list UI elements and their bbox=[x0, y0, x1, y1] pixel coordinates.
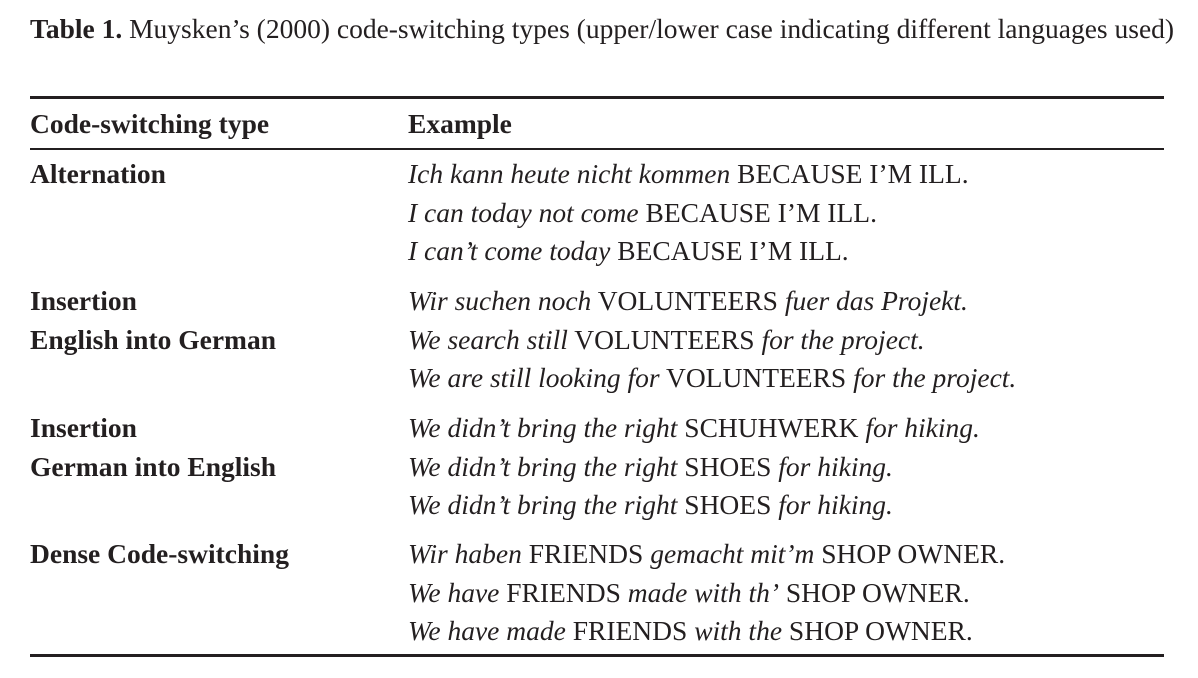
italic-segment: made with th’ bbox=[627, 576, 779, 608]
roman-segment: SCHUHWERK bbox=[677, 412, 866, 443]
header-rule bbox=[30, 148, 1164, 150]
italic-segment: for hiking. bbox=[865, 412, 980, 443]
example-line: Wir suchen noch VOLUNTEERS fuer das Proj… bbox=[408, 282, 1016, 321]
italic-segment: We didn’t bring the right bbox=[408, 412, 678, 443]
italic-segment: gemacht mit’m bbox=[650, 538, 815, 569]
italic-segment: Wir suchen noch bbox=[408, 285, 592, 316]
type-line: Insertion bbox=[30, 412, 137, 443]
table-label: Table 1. bbox=[30, 13, 123, 44]
italic-segment: We have bbox=[408, 576, 500, 608]
example-cell: Wir suchen noch VOLUNTEERS fuer das Proj… bbox=[408, 282, 1016, 398]
example-line: I can today not come BECAUSE I’M ILL. bbox=[408, 194, 969, 233]
caption-text: Muysken’s (2000) code-switching types (u… bbox=[122, 13, 1175, 44]
top-rule bbox=[30, 96, 1164, 99]
italic-segment: I can’t come today bbox=[408, 235, 611, 266]
roman-segment: FRIENDS bbox=[499, 576, 628, 608]
example-line: We have FRIENDS made with th’ SHOP OWNER… bbox=[408, 574, 1005, 613]
example-line: Ich kann heute nicht kommen BECAUSE I’M … bbox=[408, 155, 969, 194]
roman-segment: FRIENDS bbox=[521, 538, 651, 569]
bottom-rule bbox=[30, 654, 1164, 657]
code-switching-type: Dense Code-switching bbox=[30, 535, 289, 574]
example-line: We didn’t bring the right SCHUHWERK for … bbox=[408, 409, 980, 448]
example-cell: Wir haben FRIENDS gemacht mit’m SHOP OWN… bbox=[408, 535, 1005, 651]
code-switching-type: Insertion English into German bbox=[30, 282, 276, 359]
example-line: We didn’t bring the right SHOES for hiki… bbox=[408, 448, 980, 487]
roman-segment: VOLUNTEERS bbox=[591, 285, 785, 316]
italic-segment: with the bbox=[694, 615, 783, 646]
example-line: We didn’t bring the right SHOES for hiki… bbox=[408, 486, 980, 525]
example-line: I can’t come today BECAUSE I’M ILL. bbox=[408, 232, 969, 271]
italic-segment: for hiking. bbox=[778, 489, 893, 520]
roman-segment: FRIENDS bbox=[565, 615, 695, 646]
roman-segment: SHOES bbox=[677, 489, 779, 520]
italic-segment: Wir haben bbox=[408, 538, 522, 569]
italic-segment: We are still looking for bbox=[408, 362, 660, 393]
example-line: Wir haben FRIENDS gemacht mit’m SHOP OWN… bbox=[408, 535, 1005, 574]
italic-segment: Ich kann heute nicht kommen bbox=[408, 158, 731, 189]
header-code-switching-type: Code-switching type bbox=[30, 108, 270, 139]
example-line: We have made FRIENDS with the SHOP OWNER… bbox=[408, 612, 1005, 651]
roman-segment: VOLUNTEERS bbox=[567, 323, 762, 355]
type-line: Insertion bbox=[30, 285, 137, 316]
code-switching-type: Alternation bbox=[30, 155, 166, 194]
italic-segment: for the project. bbox=[761, 323, 925, 355]
roman-segment: BECAUSE I’M ILL. bbox=[730, 158, 969, 189]
code-switching-type: Insertion German into English bbox=[30, 409, 276, 486]
table-caption: Table 1. Muysken’s (2000) code-switching… bbox=[30, 8, 1180, 50]
example-line: We are still looking for VOLUNTEERS for … bbox=[408, 359, 1016, 398]
roman-segment: SHOES bbox=[677, 450, 779, 482]
type-line: English into German bbox=[30, 323, 277, 355]
header-example: Example bbox=[408, 108, 512, 139]
roman-segment: BECAUSE I’M ILL. bbox=[610, 235, 849, 266]
italic-segment: fuer das Projekt. bbox=[784, 285, 968, 316]
roman-segment: SHOP OWNER. bbox=[782, 615, 973, 646]
italic-segment: for the project. bbox=[853, 362, 1017, 393]
italic-segment: I can today not come bbox=[408, 196, 639, 228]
italic-segment: We didn’t bring the right bbox=[408, 450, 678, 482]
type-line: German into English bbox=[30, 450, 277, 482]
example-cell: Ich kann heute nicht kommen BECAUSE I’M … bbox=[408, 155, 969, 271]
italic-segment: We have made bbox=[408, 615, 566, 646]
type-line: Dense Code-switching bbox=[30, 538, 289, 569]
example-line: We search still VOLUNTEERS for the proje… bbox=[408, 321, 1016, 360]
italic-segment: We search still bbox=[408, 323, 568, 355]
roman-segment: SHOP OWNER. bbox=[779, 576, 970, 608]
type-line: Alternation bbox=[30, 158, 166, 189]
italic-segment: We didn’t bring the right bbox=[408, 489, 678, 520]
roman-segment: SHOP OWNER. bbox=[814, 538, 1006, 569]
roman-segment: VOLUNTEERS bbox=[659, 362, 854, 393]
example-cell: We didn’t bring the right SCHUHWERK for … bbox=[408, 409, 980, 525]
italic-segment: for hiking. bbox=[778, 450, 893, 482]
roman-segment: BECAUSE I’M ILL. bbox=[638, 196, 877, 228]
